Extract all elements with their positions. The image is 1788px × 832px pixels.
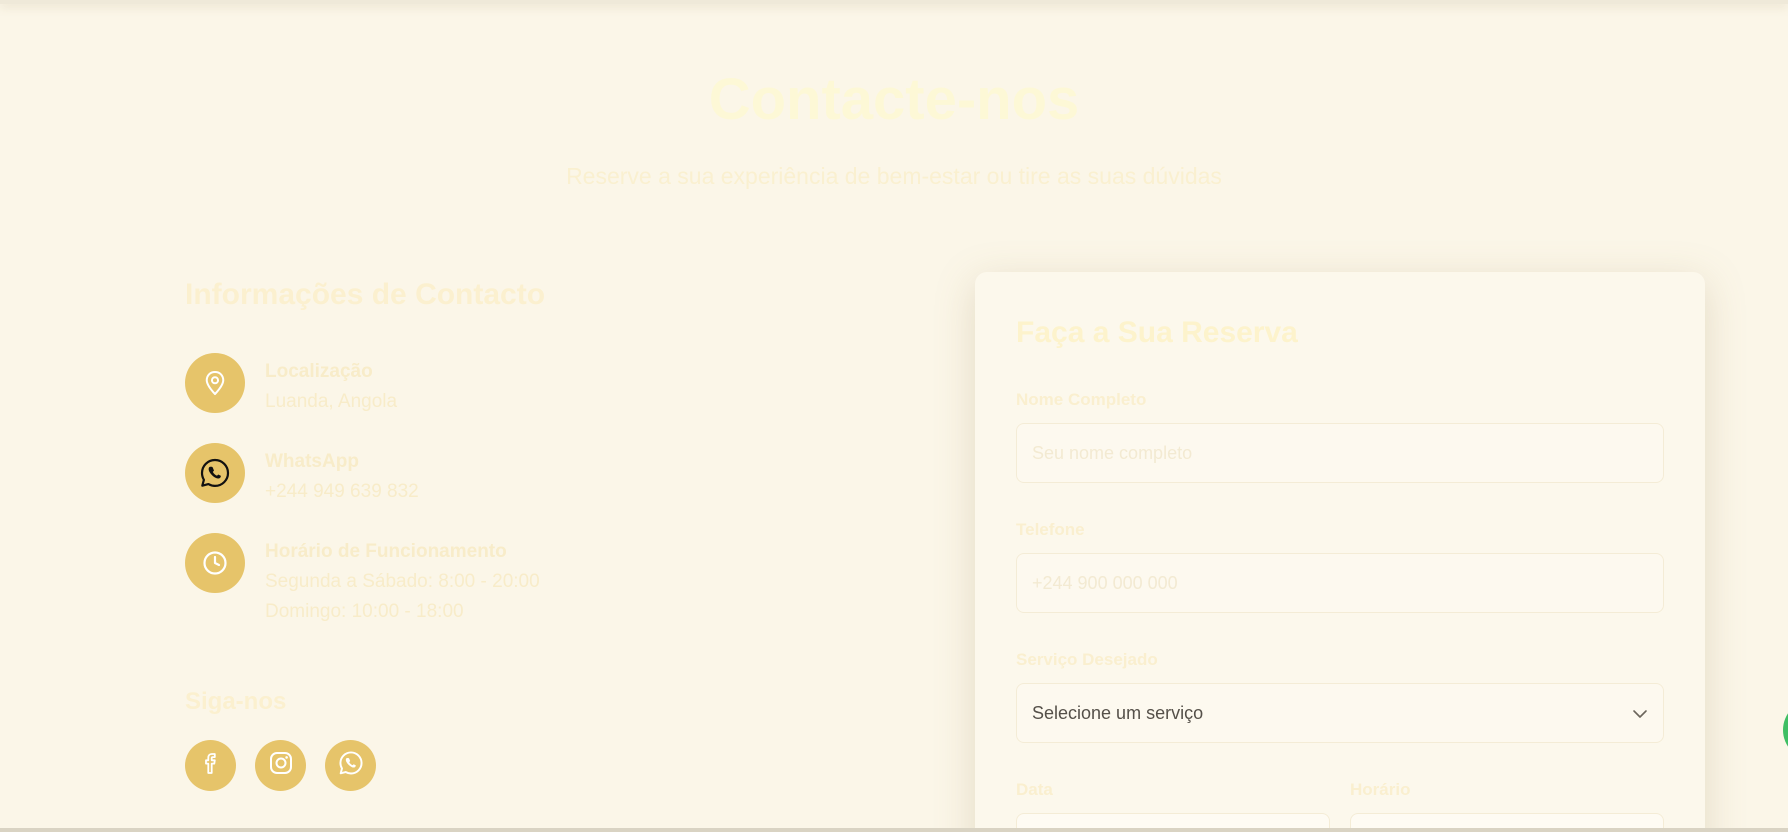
whatsapp-icon [338, 750, 364, 781]
date-label: Data [1016, 780, 1053, 799]
form-title: Faça a Sua Reserva [1016, 316, 1298, 349]
phone-label: Telefone [1016, 520, 1085, 539]
whatsapp-floating-button[interactable] [1783, 700, 1788, 760]
name-label: Nome Completo [1016, 390, 1147, 409]
service-selected-value: Selecione um serviço [1032, 702, 1204, 723]
name-input[interactable]: Seu nome completo [1016, 423, 1664, 483]
page-title: Contacte-nos [708, 67, 1080, 132]
phone-placeholder: +244 900 000 000 [1032, 572, 1178, 593]
follow-title: Siga-nos [185, 688, 287, 715]
map-pin-icon [185, 353, 245, 413]
contact-item-value: Segunda a Sábado: 8:00 - 20:00 [265, 571, 540, 592]
instagram-link[interactable] [255, 740, 306, 791]
time-label: Horário [1350, 780, 1411, 799]
contact-item-label: WhatsApp [265, 451, 359, 472]
facebook-link[interactable] [185, 740, 236, 791]
contact-item-label: Localização [265, 361, 373, 382]
contact-item-value: Luanda, Angola [265, 391, 398, 412]
contact-item-label: Horário de Funcionamento [265, 541, 507, 562]
service-select[interactable]: Selecione um serviço [1016, 683, 1664, 743]
contact-item-value: Domingo: 10:00 - 18:00 [265, 601, 464, 622]
contact-item-value[interactable]: +244 949 639 832 [265, 477, 419, 507]
phone-input[interactable]: +244 900 000 000 [1016, 553, 1664, 613]
whatsapp-icon [185, 443, 245, 503]
contact-info-title: Informações de Contacto [185, 278, 546, 311]
facebook-icon [200, 751, 222, 780]
service-label: Serviço Desejado [1016, 650, 1158, 669]
instagram-icon [268, 750, 294, 781]
bottom-bar [0, 828, 1788, 832]
whatsapp-link[interactable] [325, 740, 376, 791]
clock-icon [185, 533, 245, 593]
top-bar [0, 0, 1788, 4]
page-subtitle: Reserve a sua experiência de bem-estar o… [566, 163, 1222, 189]
name-placeholder: Seu nome completo [1032, 442, 1193, 463]
reservation-card: Faça a Sua Reserva Nome Completo Seu nom… [975, 272, 1705, 832]
chevron-down-icon [1632, 703, 1648, 724]
